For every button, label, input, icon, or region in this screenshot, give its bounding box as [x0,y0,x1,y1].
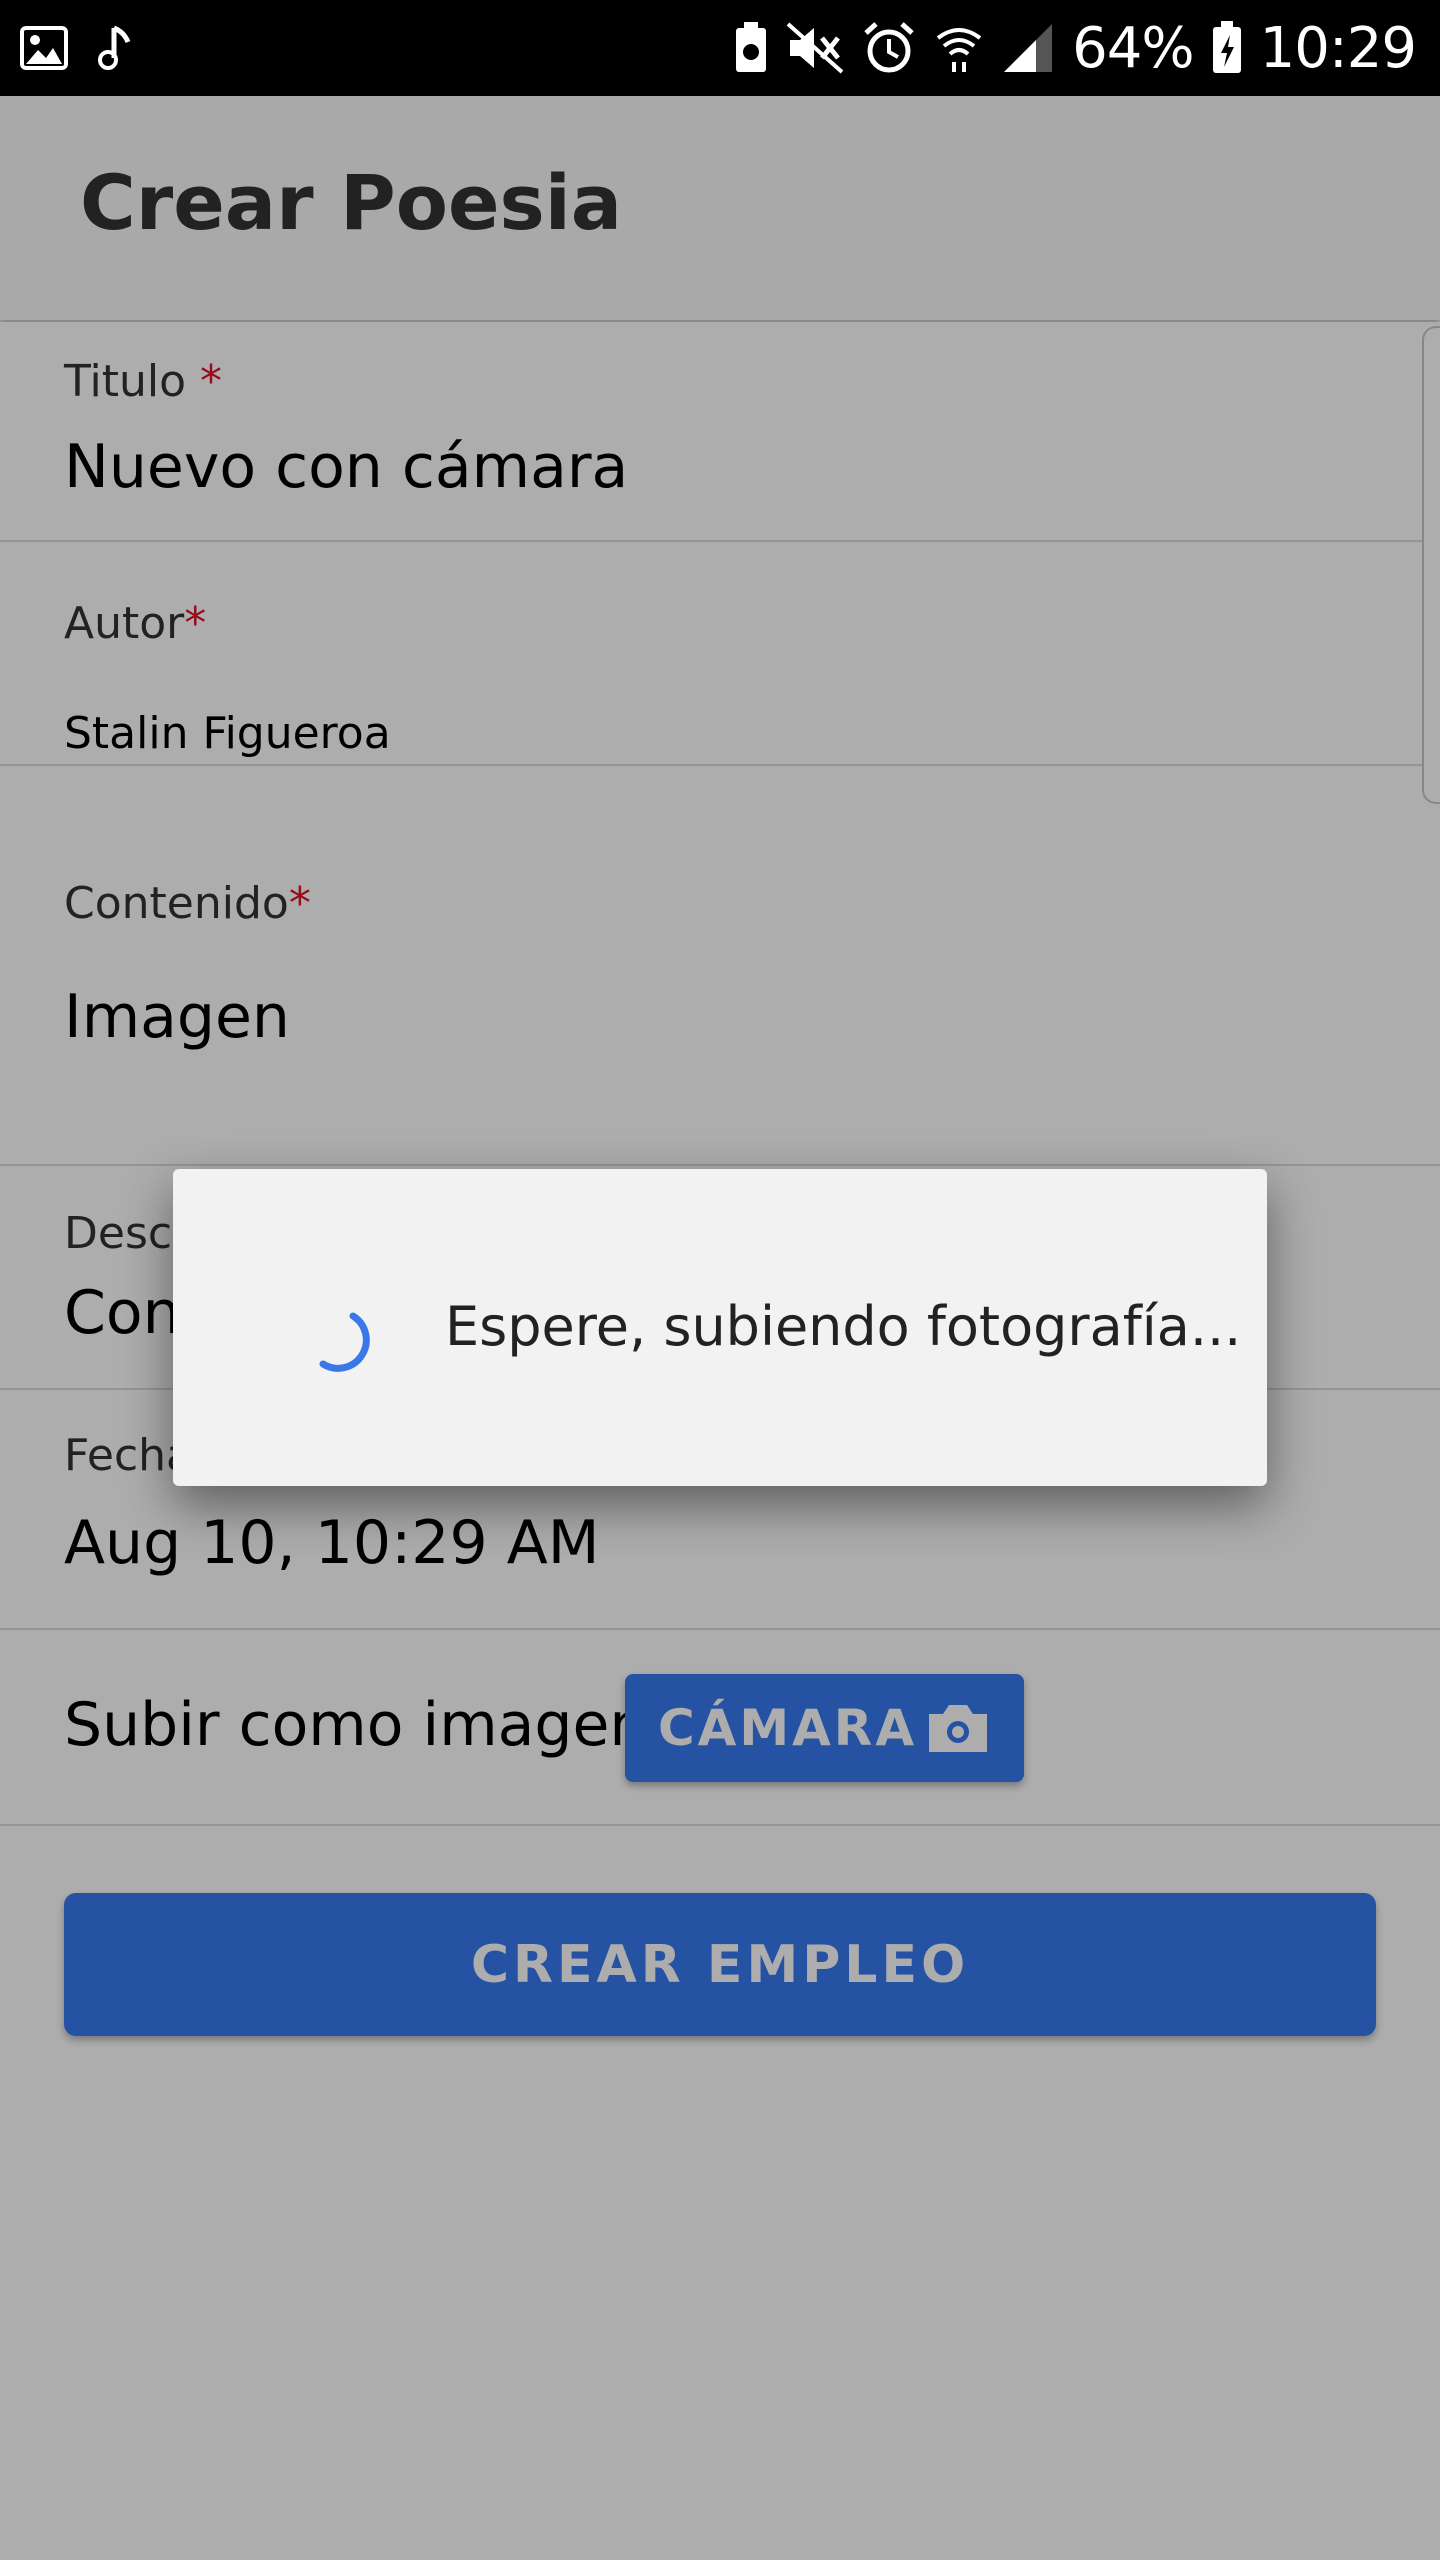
battery-charging-icon [1212,21,1242,75]
wifi-icon [934,22,984,74]
loading-spinner-icon [293,1298,377,1382]
dialog-message: Espere, subiendo fotografía... [445,1295,1242,1358]
battery-percentage: 64% [1072,15,1194,81]
status-time: 10:29 [1259,15,1417,81]
mute-icon [786,22,844,74]
signal-icon [1002,22,1054,74]
status-bar: 64% 10:29 [0,0,1440,96]
battery-saver-icon [734,22,768,74]
alarm-icon [862,21,916,75]
music-note-icon [96,24,136,72]
image-icon [20,26,68,70]
